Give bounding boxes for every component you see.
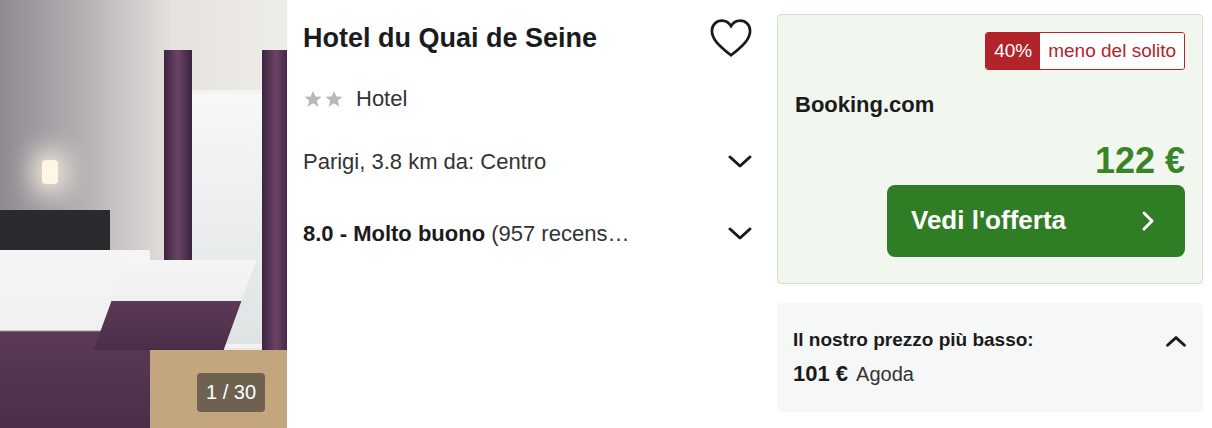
hotel-card: 1 / 30 Hotel du Quai de Seine Hotel Parigi,… <box>0 0 1212 428</box>
star-icon <box>324 90 344 108</box>
rating-row[interactable]: 8.0 - Molto buono (957 recens… <box>303 218 753 250</box>
view-deal-button[interactable]: Vedi l'offerta <box>887 185 1185 257</box>
hotel-name[interactable]: Hotel du Quai de Seine <box>303 23 597 54</box>
chevron-down-icon[interactable] <box>727 153 753 171</box>
photo-counter: 1 / 30 <box>197 373 265 412</box>
star-rating <box>303 90 344 108</box>
discount-badge: 40%meno del solito <box>985 32 1185 70</box>
location-row[interactable]: Parigi, 3.8 km da: Centro <box>303 146 753 178</box>
lowest-price: 101 € <box>793 361 848 387</box>
deal-price: 122 € <box>795 141 1185 181</box>
chevron-down-icon[interactable] <box>727 225 753 243</box>
lowest-price-box[interactable]: Il nostro prezzo più basso: 101 € Agoda <box>777 303 1203 412</box>
property-type: Hotel <box>356 86 407 112</box>
chevron-right-icon <box>1139 209 1157 233</box>
hotel-info: Hotel du Quai de Seine Hotel Parigi, 3.8 k… <box>287 0 777 428</box>
lowest-provider: Agoda <box>856 363 914 386</box>
heart-icon[interactable] <box>709 18 753 58</box>
star-icon <box>303 90 323 108</box>
price-panel: 40%meno del solito Booking.com 122 €Vedi l… <box>777 0 1203 428</box>
deal-box[interactable]: 40%meno del solito Booking.com 122 €Vedi l… <box>777 14 1203 284</box>
chevron-up-icon[interactable] <box>1165 333 1187 349</box>
provider-name: Booking.com <box>795 92 1185 118</box>
hotel-photo[interactable]: 1 / 30 <box>0 0 287 428</box>
lowest-price-label: Il nostro prezzo più basso: <box>793 329 1034 351</box>
